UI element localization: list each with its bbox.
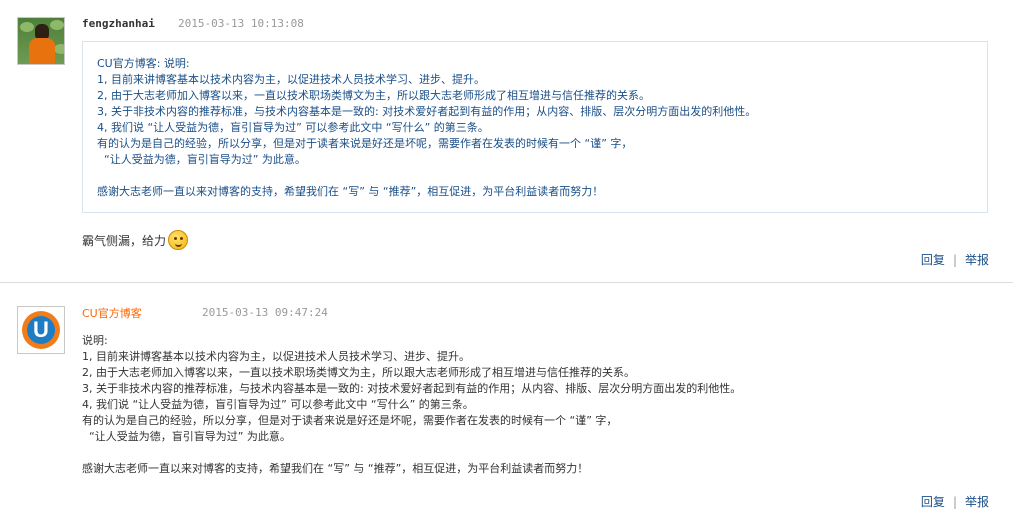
quote-line: 4, 我们说 “让人受益为德，盲引盲导为过” 可以参考此文中 “写什么” 的第三… [97,121,489,134]
body-line: 有的认为是自己的经验，所以分享，但是对于读者来说是好还是坏呢，需要作者在发表的时… [82,414,618,427]
timestamp: 2015-03-13 10:13:08 [178,17,304,30]
body-line [82,445,741,461]
comment-item: fengzhanhai 2015-03-13 10:13:08 CU官方博客: … [0,0,1013,282]
body-line: 1, 目前来讲博客基本以技术内容为主，以促进技术人员技术学习、进步、提升。 [82,350,470,363]
body-line: 4, 我们说 “让人受益为德，盲引盲导为过” 可以参考此文中 “写什么” 的第三… [82,398,474,411]
body-line: 感谢大志老师一直以来对博客的支持，希望我们在 “写” 与 “推荐”，相互促进，为… [82,462,589,475]
user-avatar[interactable]: U [17,306,65,354]
reply-link[interactable]: 回复 [921,495,945,509]
username[interactable]: CU官方博客 [82,307,142,320]
quoted-comment: CU官方博客: 说明: 1, 目前来讲博客基本以技术内容为主，以促进技术人员技术… [82,41,988,213]
comment-text: 霸气侧漏，给力 [82,230,189,250]
comment-meta: fengzhanhai 2015-03-13 10:13:08 [82,17,304,30]
thinking-emoji-icon [168,230,189,250]
user-avatar[interactable] [17,17,65,65]
comment-meta: CU官方博客 2015-03-13 09:47:24 [82,305,328,321]
comment-body: 说明: 1, 目前来讲博客基本以技术内容为主，以促进技术人员技术学习、进步、提升… [82,333,741,477]
quote-line: 1, 目前来讲博客基本以技术内容为主，以促进技术人员技术学习、进步、提升。 [97,73,485,86]
body-line: “让人受益为德，盲引盲导为过” 为此意。 [82,430,291,443]
action-separator: | [952,495,957,509]
username[interactable]: fengzhanhai [82,17,155,30]
reply-link[interactable]: 回复 [921,253,945,267]
timestamp: 2015-03-13 09:47:24 [202,306,328,319]
quote-line: “让人受益为德，盲引盲导为过” 为此意。 [97,153,306,166]
report-link[interactable]: 举报 [965,495,989,509]
quote-line: 3, 关于非技术内容的推荐标准，与技术内容基本是一致的: 对技术爱好者起到有益的… [97,105,757,118]
comment-actions: 回复 | 举报 [921,251,989,268]
comment-actions: 回复 | 举报 [921,493,989,510]
quote-line: 有的认为是自己的经验，所以分享，但是对于读者来说是好还是坏呢，需要作者在发表的时… [97,137,633,150]
report-link[interactable]: 举报 [965,253,989,267]
quote-line: 感谢大志老师一直以来对博客的支持，希望我们在 “写” 与 “推荐”，相互促进，为… [97,185,604,198]
body-line: 2, 由于大志老师加入博客以来，一直以技术职场类博文为主，所以跟大志老师形成了相… [82,366,635,379]
action-separator: | [952,253,957,267]
quote-line: CU官方博客: 说明: [97,57,190,70]
comment-text-content: 霸气侧漏，给力 [82,234,167,248]
quote-line: 2, 由于大志老师加入博客以来，一直以技术职场类博文为主，所以跟大志老师形成了相… [97,89,650,102]
body-line: 3, 关于非技术内容的推荐标准，与技术内容基本是一致的: 对技术爱好者起到有益的… [82,382,742,395]
quote-line [97,168,987,184]
body-line: 说明: [82,334,108,347]
comment-item: U CU官方博客 2015-03-13 09:47:24 说明: 1, 目前来讲… [0,283,1013,516]
cu-logo-icon: U [27,316,55,344]
